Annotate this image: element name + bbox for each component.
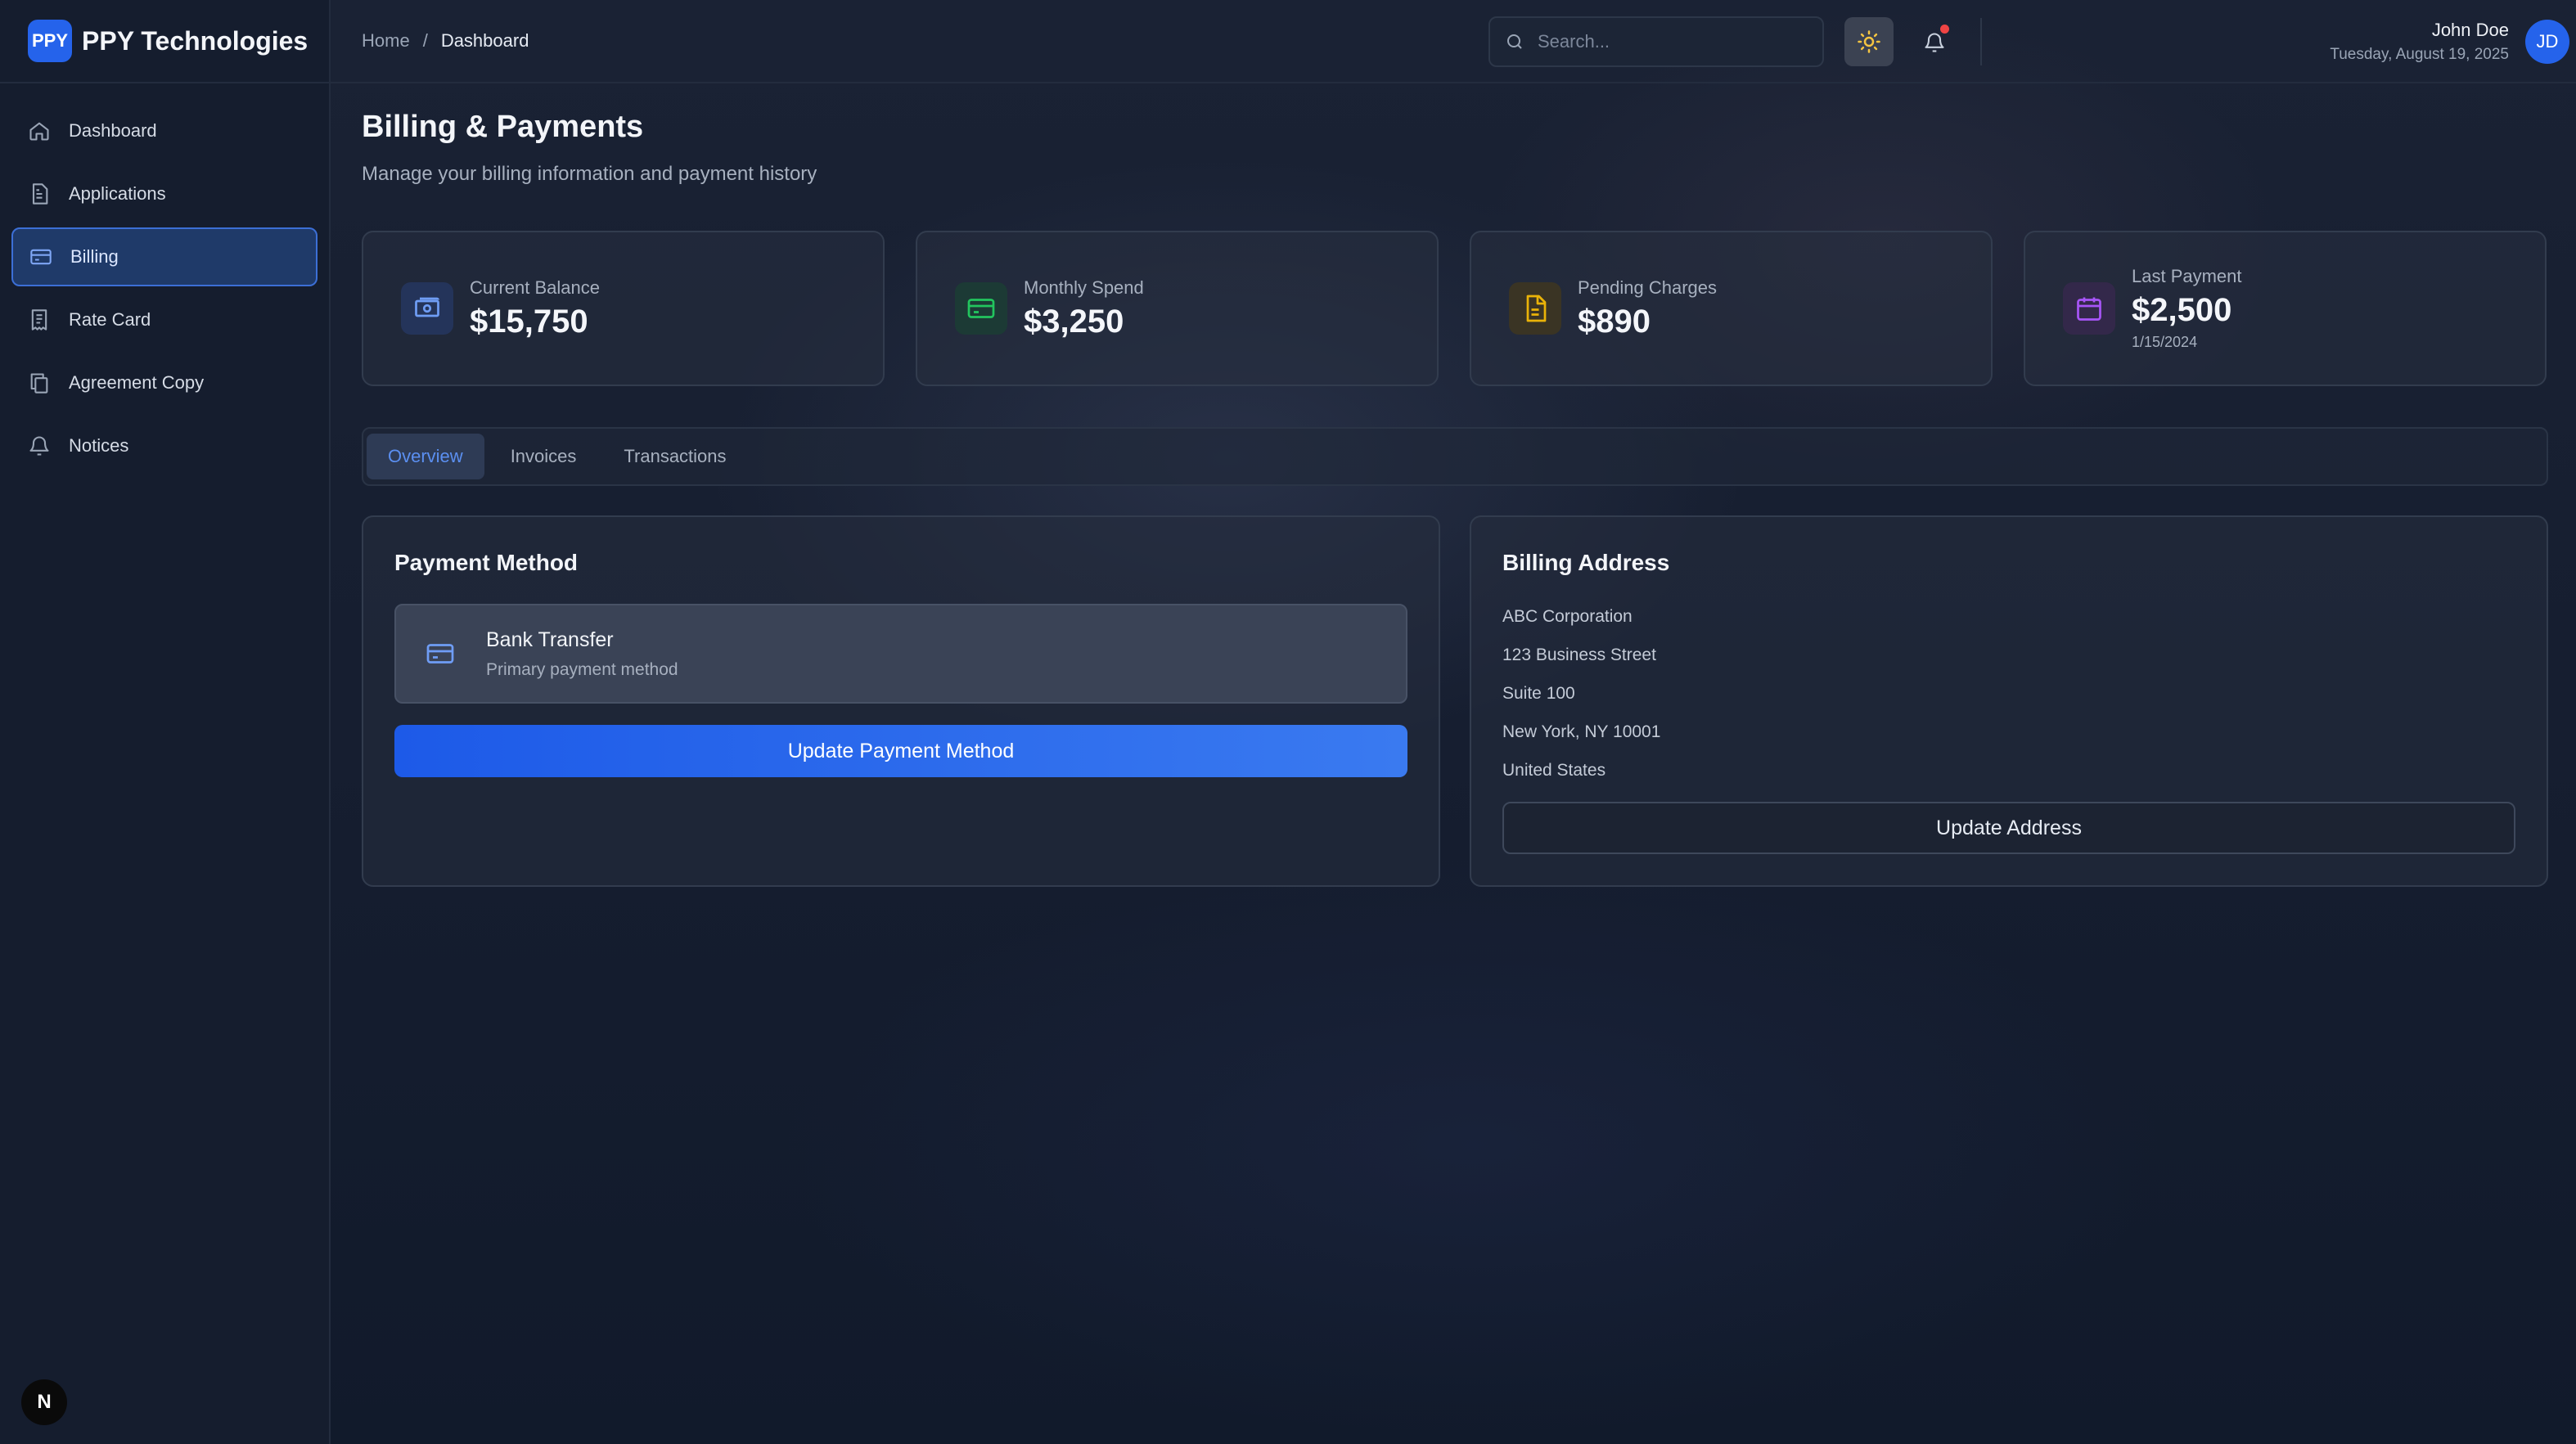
- user-name: John Doe: [2431, 20, 2509, 40]
- address-line: New York, NY 10001: [1502, 722, 1661, 741]
- calendar-icon: [2063, 282, 2115, 335]
- sidebar-item-label: Agreement Copy: [69, 372, 205, 393]
- sidebar-item-applications[interactable]: Applications: [11, 164, 317, 223]
- bell-icon: [1923, 31, 1946, 54]
- sidebar: PPY PPY Technologies Dashboard Applicati…: [0, 0, 331, 1444]
- file-icon: [1509, 282, 1561, 335]
- breadcrumb-home[interactable]: Home: [362, 30, 410, 52]
- stat-value: $890: [1578, 303, 1651, 340]
- payment-method-desc: Primary payment method: [486, 659, 678, 679]
- page-subtitle: Manage your billing information and paym…: [362, 163, 817, 185]
- bell-icon: [28, 434, 51, 457]
- search-input[interactable]: [1538, 31, 1799, 52]
- brand-name: PPY Technologies: [82, 25, 308, 56]
- card-title: Payment Method: [394, 550, 579, 575]
- page-title: Billing & Payments: [362, 110, 644, 144]
- sidebar-item-label: Notices: [69, 435, 129, 456]
- app-root: PPY PPY Technologies Dashboard Applicati…: [0, 0, 2576, 1444]
- stat-card-last-payment: Last Payment $2,500 1/15/2024: [2024, 231, 2547, 386]
- receipt-icon: [28, 308, 51, 331]
- stat-card-pending-charges: Pending Charges $890: [1470, 231, 1993, 386]
- stat-label: Monthly Spend: [1024, 277, 1144, 298]
- search-icon: [1505, 32, 1524, 52]
- payment-method-card: Payment Method Bank Transfer Primary pay…: [362, 515, 1440, 887]
- credit-card-icon: [29, 245, 52, 268]
- search-box[interactable]: [1488, 16, 1824, 67]
- address-line: ABC Corporation: [1502, 607, 1633, 626]
- card-title: Billing Address: [1502, 550, 1670, 575]
- credit-card-icon: [426, 639, 455, 668]
- breadcrumb: Home / Dashboard: [362, 30, 529, 52]
- sidebar-item-rate-card[interactable]: Rate Card: [11, 290, 317, 349]
- payment-method-name: Bank Transfer: [486, 628, 614, 651]
- stat-value: $3,250: [1024, 303, 1124, 340]
- breadcrumb-separator: /: [422, 30, 428, 51]
- stat-card-current-balance: Current Balance $15,750: [362, 231, 885, 386]
- stat-subtext: 1/15/2024: [2132, 334, 2198, 350]
- stat-label: Last Payment: [2132, 266, 2242, 286]
- avatar[interactable]: JD: [2525, 20, 2569, 64]
- billing-tabs: Overview Invoices Transactions: [362, 427, 2548, 486]
- payment-method-item[interactable]: Bank Transfer Primary payment method: [394, 604, 1407, 704]
- tab-invoices[interactable]: Invoices: [489, 434, 598, 479]
- update-address-button[interactable]: Update Address: [1502, 802, 2515, 854]
- tab-overview[interactable]: Overview: [367, 434, 484, 479]
- sun-icon: [1857, 29, 1881, 54]
- theme-toggle-button[interactable]: [1844, 17, 1894, 66]
- stat-card-monthly-spend: Monthly Spend $3,250: [916, 231, 1439, 386]
- stat-value: $2,500: [2132, 292, 2232, 328]
- copy-icon: [28, 371, 51, 394]
- sidebar-item-agreement-copy[interactable]: Agreement Copy: [11, 353, 317, 412]
- sidebar-item-billing[interactable]: Billing: [11, 227, 317, 286]
- notifications-button[interactable]: [1915, 23, 1954, 62]
- user-info[interactable]: John Doe Tuesday, August 19, 2025: [2330, 20, 2509, 64]
- sidebar-item-dashboard[interactable]: Dashboard: [11, 101, 317, 160]
- tab-transactions[interactable]: Transactions: [602, 434, 747, 479]
- sidebar-item-label: Applications: [69, 183, 166, 204]
- main-content: Billing & Payments Manage your billing i…: [362, 83, 2548, 887]
- sidebar-nav: Dashboard Applications Billing Rate Card: [0, 83, 329, 475]
- sidebar-item-label: Billing: [70, 246, 119, 267]
- header-divider: [1980, 18, 1982, 65]
- address-line: Suite 100: [1502, 684, 1575, 703]
- credit-card-icon: [955, 282, 1007, 335]
- breadcrumb-current: Dashboard: [440, 30, 529, 51]
- stats-row: Current Balance $15,750 Monthly Spend $3…: [362, 231, 2547, 386]
- home-icon: [28, 119, 51, 142]
- stat-label: Pending Charges: [1578, 277, 1718, 298]
- document-icon: [28, 182, 51, 205]
- sidebar-item-notices[interactable]: Notices: [11, 416, 317, 475]
- address-line: United States: [1502, 761, 1606, 780]
- billing-address-card: Billing Address ABC Corporation 123 Busi…: [1470, 515, 2548, 887]
- stat-value: $15,750: [470, 303, 588, 340]
- brand[interactable]: PPY PPY Technologies: [0, 0, 329, 83]
- stat-label: Current Balance: [470, 277, 600, 298]
- sidebar-item-label: Rate Card: [69, 309, 151, 330]
- next-badge[interactable]: N: [21, 1379, 67, 1425]
- money-icon: [401, 282, 453, 335]
- update-payment-method-button[interactable]: Update Payment Method: [394, 725, 1407, 777]
- sidebar-item-label: Dashboard: [69, 120, 157, 141]
- current-date: Tuesday, August 19, 2025: [2330, 46, 2509, 63]
- notification-dot: [1940, 25, 1949, 34]
- brand-logo: PPY: [28, 20, 72, 62]
- top-header: Home / Dashboard: [331, 0, 2576, 83]
- address-line: 123 Business Street: [1502, 646, 1656, 664]
